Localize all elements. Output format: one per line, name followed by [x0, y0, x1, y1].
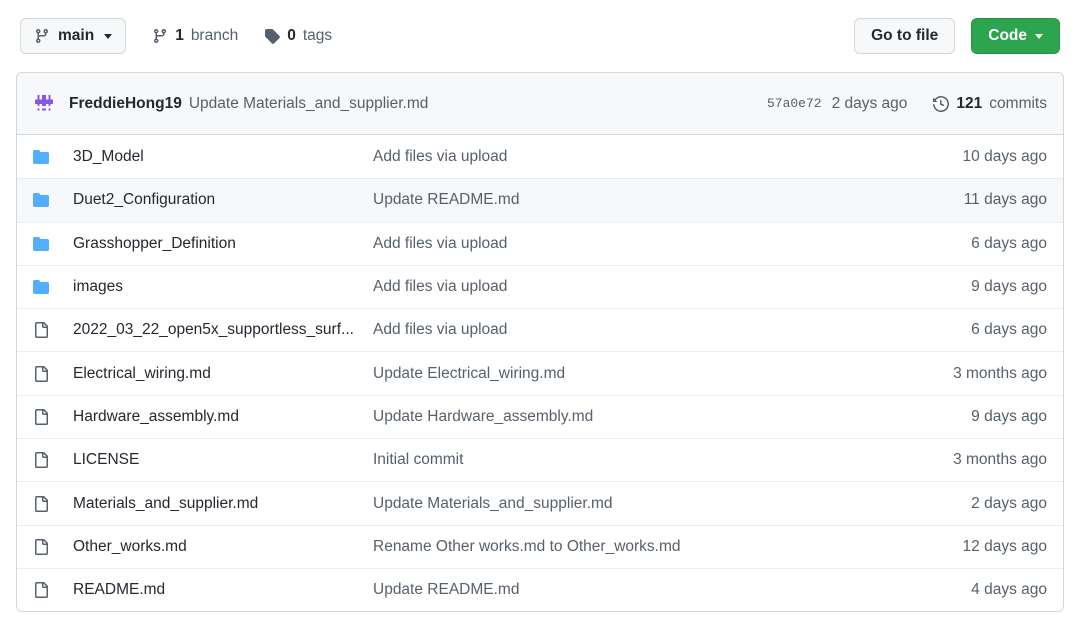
branches-label: branch: [190, 27, 239, 44]
file-icon: [33, 538, 73, 555]
commit-sha[interactable]: 57a0e72: [767, 96, 822, 111]
chevron-down-icon: [1035, 33, 1043, 39]
file-name[interactable]: README.md: [73, 581, 373, 599]
file-commit-time: 9 days ago: [971, 407, 1047, 425]
go-to-file-label: Go to file: [871, 27, 939, 44]
file-commit-message[interactable]: Add files via upload: [373, 321, 907, 339]
file-name[interactable]: Other_works.md: [73, 538, 373, 556]
file-commit-message[interactable]: Update Hardware_assembly.md: [373, 408, 907, 426]
file-commit-message[interactable]: Update Materials_and_supplier.md: [373, 495, 907, 513]
folder-icon: [33, 279, 73, 295]
commit-message[interactable]: Update Materials_and_supplier.md: [189, 95, 429, 113]
file-commit-time: 3 months ago: [953, 451, 1047, 469]
file-commit-time: 2 days ago: [971, 494, 1047, 512]
file-commit-message[interactable]: Add files via upload: [373, 235, 907, 253]
file-commit-time: 11 days ago: [963, 191, 1047, 209]
tags-count-link[interactable]: 0 tags: [264, 27, 332, 45]
table-row[interactable]: Electrical_wiring.md Update Electrical_wi…: [17, 351, 1063, 394]
branch-selector-button[interactable]: main: [20, 18, 127, 54]
file-name[interactable]: 3D_Model: [73, 148, 373, 166]
file-commit-time: 12 days ago: [962, 537, 1047, 555]
folder-icon: [33, 149, 73, 165]
tags-count: 0: [287, 27, 296, 44]
commits-label: commits: [989, 94, 1047, 112]
table-row[interactable]: Duet2_Configuration Update README.md 11 da…: [17, 178, 1063, 222]
table-row[interactable]: Materials_and_supplier.md Update Material…: [17, 481, 1063, 524]
branch-name-label: main: [58, 27, 95, 44]
file-icon: [33, 365, 73, 382]
commit-author-name[interactable]: FreddieHong19: [69, 95, 182, 113]
file-name[interactable]: Materials_and_supplier.md: [73, 495, 373, 513]
file-commit-message[interactable]: Rename Other works.md to Other_works.md: [373, 538, 907, 556]
file-commit-time: 6 days ago: [971, 321, 1047, 339]
file-name[interactable]: images: [73, 278, 373, 296]
go-to-file-button[interactable]: Go to file: [854, 18, 956, 54]
file-commit-message[interactable]: Update README.md: [373, 191, 907, 209]
file-name[interactable]: Electrical_wiring.md: [73, 365, 373, 383]
table-row[interactable]: LICENSE Initial commit 3 months ago: [17, 438, 1063, 481]
file-name[interactable]: Grasshopper_Definition: [73, 235, 373, 253]
file-commit-message[interactable]: Add files via upload: [373, 278, 907, 296]
branches-count-link[interactable]: 1 branch: [152, 27, 238, 45]
file-name[interactable]: 2022_03_22_open5x_supportless_surf...: [73, 321, 373, 339]
latest-commit-header: FreddieHong19 Update Materials_and_suppl…: [17, 73, 1063, 135]
folder-icon: [33, 236, 73, 252]
code-download-button[interactable]: Code: [971, 18, 1060, 54]
table-row[interactable]: Grasshopper_Definition Add files via uplo…: [17, 221, 1063, 265]
repository-file-browser: main 1 branch 0 tags Go to file Code Fre…: [0, 0, 1080, 623]
repo-toolbar: main 1 branch 0 tags Go to file Code: [16, 0, 1064, 72]
file-name[interactable]: LICENSE: [73, 451, 373, 469]
user-avatar-identicon[interactable]: [33, 92, 55, 115]
commits-count: 121: [956, 94, 983, 112]
table-row[interactable]: 3D_Model Add files via upload 10 days ago: [17, 135, 1063, 178]
commits-count-link[interactable]: 121 commits: [933, 95, 1047, 113]
file-commit-message[interactable]: Add files via upload: [373, 148, 907, 166]
file-commit-time: 9 days ago: [971, 278, 1047, 296]
table-row[interactable]: Hardware_assembly.md Update Hardware_asse…: [17, 394, 1063, 438]
file-commit-time: 10 days ago: [962, 147, 1047, 165]
folder-icon: [33, 192, 73, 208]
history-icon: [933, 95, 950, 112]
file-commit-time: 4 days ago: [971, 581, 1047, 599]
file-name[interactable]: Duet2_Configuration: [73, 191, 373, 209]
tags-label: tags: [302, 27, 333, 44]
tag-icon: [264, 28, 280, 44]
file-commit-time: 3 months ago: [953, 364, 1047, 382]
file-commit-message[interactable]: Update Electrical_wiring.md: [373, 365, 907, 383]
file-commit-message[interactable]: Update README.md: [373, 581, 907, 599]
branches-count: 1: [175, 27, 184, 44]
chevron-down-icon: [104, 33, 113, 39]
git-branch-icon: [34, 28, 50, 44]
git-branch-icon: [152, 28, 168, 44]
file-rows-container: 3D_Model Add files via upload 10 days ago D…: [17, 135, 1063, 611]
file-icon: [33, 452, 73, 469]
table-row[interactable]: README.md Update README.md 4 days ago: [17, 567, 1063, 611]
file-listing-card: FreddieHong19 Update Materials_and_suppl…: [16, 72, 1064, 613]
table-row[interactable]: Other_works.md Rename Other works.md to O…: [17, 524, 1063, 568]
table-row[interactable]: images Add files via upload 9 days ago: [17, 264, 1063, 308]
table-row[interactable]: 2022_03_22_open5x_supportless_surf... Add…: [17, 308, 1063, 351]
file-icon: [33, 322, 73, 339]
file-name[interactable]: Hardware_assembly.md: [73, 408, 373, 426]
file-icon: [33, 582, 73, 599]
code-button-label: Code: [988, 27, 1027, 44]
commit-relative-time: 2 days ago: [831, 94, 908, 112]
file-commit-time: 6 days ago: [971, 234, 1047, 252]
file-icon: [33, 408, 73, 425]
file-commit-message[interactable]: Initial commit: [373, 451, 907, 469]
file-icon: [33, 495, 73, 512]
